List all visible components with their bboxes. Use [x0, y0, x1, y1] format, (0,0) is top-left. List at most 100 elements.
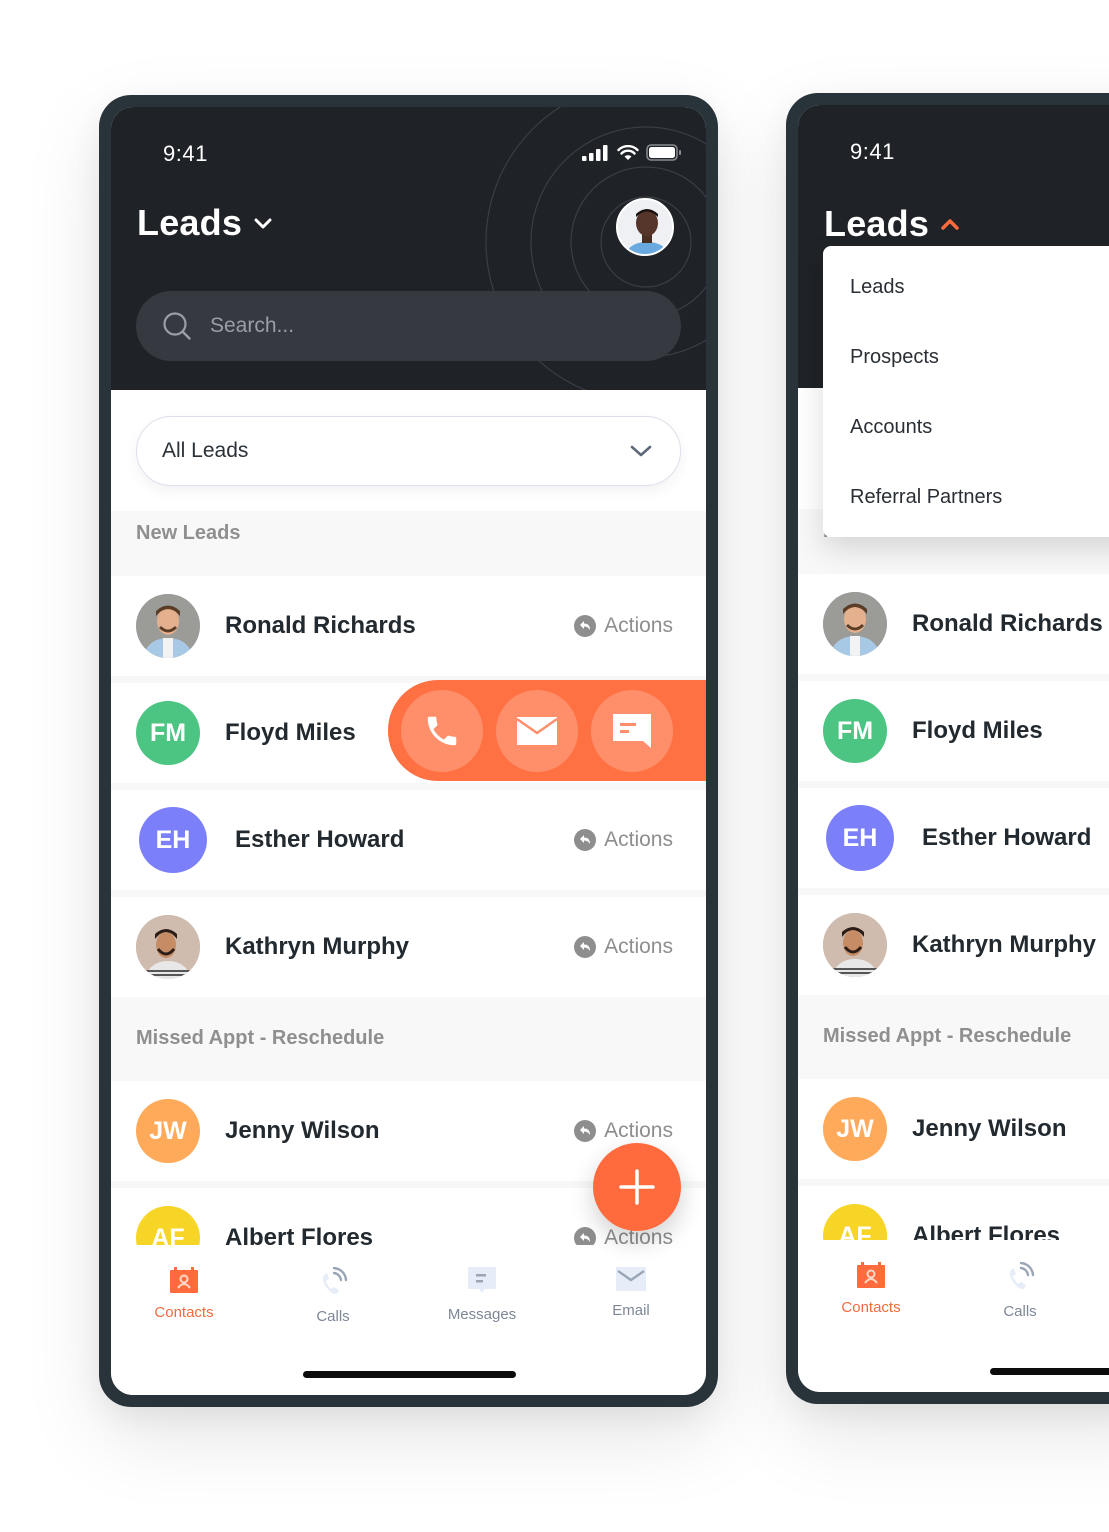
list-item[interactable]: Kathryn Murphy	[798, 895, 1109, 995]
menu-item-leads[interactable]: Leads	[850, 276, 905, 299]
section-header-new-leads: New Leads	[111, 511, 706, 576]
contact-name: Ronald Richards	[225, 612, 416, 639]
contact-name: Kathryn Murphy	[912, 931, 1097, 958]
filter-value: All Leads	[162, 439, 249, 462]
actions-label: Actions	[604, 1119, 673, 1142]
status-icons	[582, 144, 682, 161]
email-button[interactable]	[496, 689, 578, 772]
contact-name: Esther Howard	[922, 824, 1092, 851]
status-time: 9:41	[850, 139, 895, 164]
user-photo	[618, 200, 672, 254]
reply-icon	[574, 936, 597, 958]
view-menu: Leads Prospects Accounts Referral Partne…	[823, 246, 1109, 537]
list-item[interactable]: JW Jenny Wilson	[798, 1079, 1109, 1179]
actions-button[interactable]: Actions	[574, 828, 673, 852]
calls-icon	[1009, 1262, 1035, 1290]
avatar: FM	[136, 701, 200, 765]
phone-icon	[427, 716, 457, 745]
tab-email[interactable]: Email	[571, 1267, 691, 1319]
avatar: FM	[823, 699, 887, 763]
filter-select[interactable]: All Leads	[136, 416, 681, 486]
tab-calls[interactable]: Calls	[960, 1262, 1080, 1320]
page-title: Leads	[824, 203, 930, 244]
search-input[interactable]: Search...	[136, 291, 681, 361]
user-avatar[interactable]	[616, 198, 674, 256]
chevron-down-icon	[254, 218, 272, 229]
avatar: EH	[139, 807, 207, 873]
chevron-up-icon	[941, 219, 959, 230]
title-dropdown[interactable]: Leads	[824, 203, 961, 245]
battery-icon	[646, 144, 681, 161]
actions-button[interactable]: Actions	[574, 614, 673, 638]
contact-name: Jenny Wilson	[225, 1117, 380, 1144]
menu-item-prospects[interactable]: Prospects	[850, 346, 939, 369]
status-time: 9:41	[163, 141, 208, 166]
screen: 9:41 Leads Search... All Leads New Leads…	[111, 107, 706, 1395]
avatar	[823, 592, 887, 656]
contacts-icon	[857, 1262, 885, 1288]
divider	[798, 674, 1109, 681]
tab-label: Contacts	[841, 1299, 901, 1316]
screen: 9:41 Leads New Leads Ronald R	[798, 105, 1109, 1392]
add-contact-button[interactable]	[593, 1143, 681, 1231]
list-item[interactable]: Ronald Richards Actions	[111, 576, 706, 676]
wifi-icon	[617, 144, 639, 160]
avatar: JW	[823, 1097, 887, 1161]
contact-photo	[823, 592, 887, 656]
contact-name: Ronald Richards	[912, 610, 1103, 637]
contact-photo	[823, 913, 887, 977]
list-item[interactable]: Ronald Richards	[798, 574, 1109, 674]
call-button[interactable]	[401, 689, 483, 772]
divider	[111, 783, 706, 790]
tab-contacts[interactable]: Contacts	[811, 1262, 931, 1316]
actions-button[interactable]: Actions	[574, 1119, 673, 1143]
swipe-actions	[388, 680, 706, 781]
envelope-icon	[517, 716, 557, 745]
page-title: Leads	[137, 202, 243, 243]
tab-messages[interactable]: Messages	[422, 1267, 542, 1323]
menu-item-referral-partners[interactable]: Referral Partners	[850, 486, 1002, 509]
search-icon	[163, 312, 191, 340]
divider	[111, 890, 706, 897]
reply-icon	[574, 1120, 597, 1142]
header: 9:41 Leads Search...	[111, 107, 706, 390]
list-item[interactable]: EH Esther Howard Actions	[111, 790, 706, 890]
tab-bar: Contacts Calls Messages Email	[111, 1245, 706, 1395]
signal-icon	[582, 144, 608, 161]
divider	[798, 888, 1109, 895]
divider	[798, 1179, 1109, 1186]
contact-name: Floyd Miles	[225, 719, 356, 746]
actions-label: Actions	[604, 935, 673, 958]
plus-icon	[619, 1169, 655, 1205]
message-button[interactable]	[591, 689, 673, 772]
title-dropdown[interactable]: Leads	[137, 202, 274, 244]
list-item[interactable]: FM Floyd Miles	[111, 680, 706, 783]
phone-screen-menu-open: 9:41 Leads New Leads Ronald R	[786, 93, 1109, 1404]
list-item[interactable]: FM Floyd Miles	[798, 681, 1109, 781]
contact-name: Kathryn Murphy	[225, 933, 410, 960]
avatar	[823, 913, 887, 977]
tab-contacts[interactable]: Contacts	[124, 1267, 244, 1321]
list-item[interactable]: EH Esther Howard	[798, 788, 1109, 888]
search-placeholder: Search...	[210, 314, 295, 337]
chevron-down-icon	[630, 445, 652, 457]
phone-screen-list: 9:41 Leads Search... All Leads New Leads…	[99, 95, 718, 1407]
email-icon	[616, 1267, 646, 1291]
tab-label: Messages	[447, 1306, 517, 1323]
tab-calls[interactable]: Calls	[273, 1267, 393, 1325]
list-item[interactable]: Kathryn Murphy Actions	[111, 897, 706, 997]
reply-icon	[574, 829, 597, 851]
contact-photo	[136, 915, 200, 979]
messages-icon	[468, 1267, 496, 1293]
actions-button[interactable]: Actions	[574, 935, 673, 959]
section-header-missed-appt: Missed Appt - Reschedule	[798, 995, 1109, 1079]
contact-name: Jenny Wilson	[912, 1115, 1067, 1142]
contact-name: Esther Howard	[235, 826, 405, 853]
actions-label: Actions	[604, 614, 673, 637]
avatar	[136, 915, 200, 979]
tab-label: Contacts	[154, 1304, 214, 1321]
contact-name: Floyd Miles	[912, 717, 1043, 744]
home-indicator	[303, 1371, 516, 1378]
menu-item-accounts[interactable]: Accounts	[850, 416, 932, 439]
avatar: EH	[826, 805, 894, 871]
